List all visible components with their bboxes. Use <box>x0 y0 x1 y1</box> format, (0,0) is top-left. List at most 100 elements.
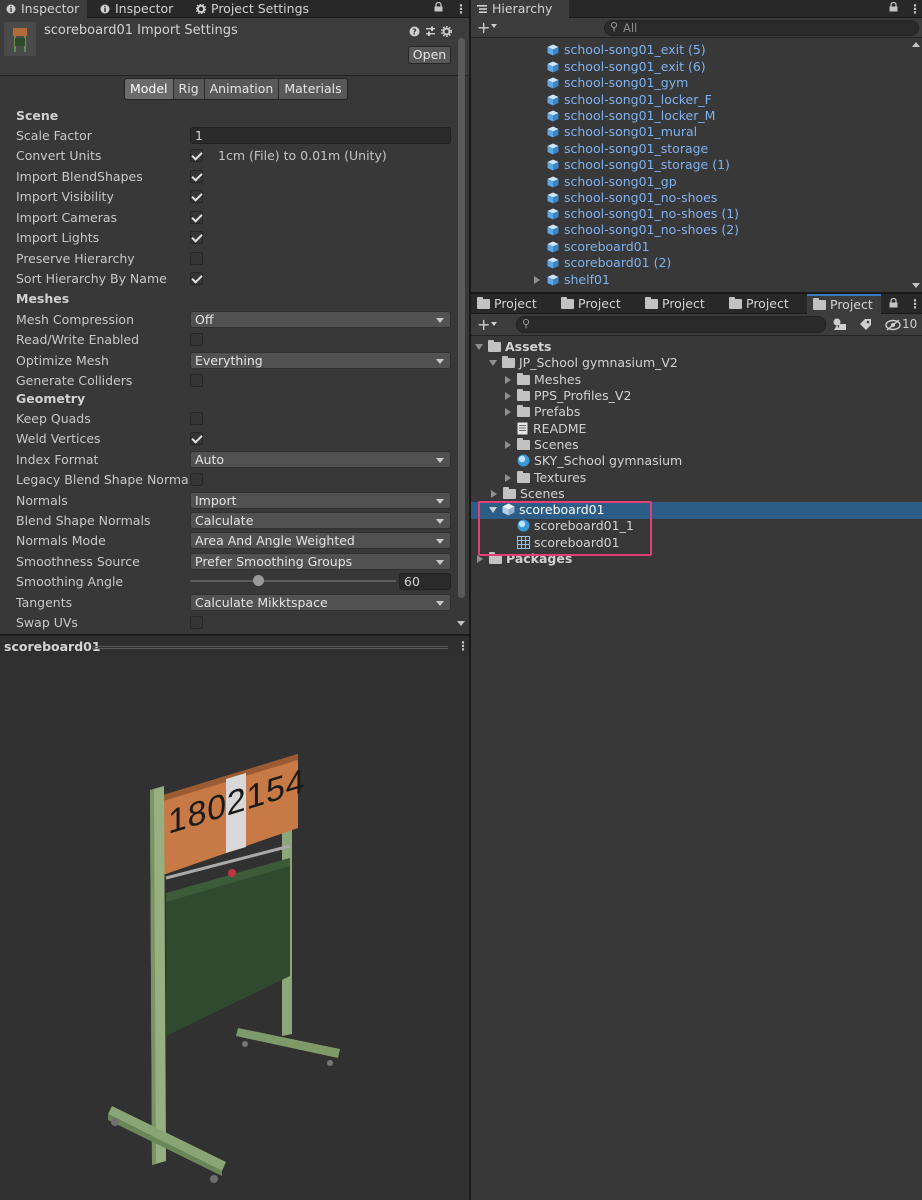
import-cameras-checkbox[interactable] <box>190 211 203 224</box>
hierarchy-item[interactable]: school-song01_mural <box>547 124 697 140</box>
tab-label: Project <box>830 297 873 312</box>
model-preview[interactable]: 1802154 <box>0 656 469 1200</box>
import-blendshapes-checkbox[interactable] <box>190 170 203 183</box>
lock-icon[interactable] <box>889 2 898 12</box>
tree-prefabs[interactable]: Prefabs <box>505 404 580 420</box>
import-visibility-checkbox[interactable] <box>190 190 203 203</box>
filter-by-type-icon[interactable] <box>833 318 847 331</box>
optimize-mesh-dropdown[interactable]: Everything <box>190 352 451 369</box>
tree-textures[interactable]: Textures <box>505 470 586 486</box>
tab-project-5[interactable]: Project <box>807 294 881 314</box>
tree-jp-school[interactable]: JP_School gymnasium_V2 <box>489 355 678 371</box>
tree-readme[interactable]: README <box>517 421 586 437</box>
tab-materials[interactable]: Materials <box>279 79 347 99</box>
hierarchy-item[interactable]: school-song01_no-shoes <box>547 190 717 206</box>
weld-vertices-checkbox[interactable] <box>190 432 203 445</box>
preview-menu-icon[interactable]: ⋮ <box>457 639 469 653</box>
add-icon[interactable]: + <box>477 18 490 37</box>
hierarchy-item[interactable]: school-song01_no-shoes (1) <box>547 206 739 222</box>
hierarchy-item[interactable]: school-song01_storage <box>547 141 708 157</box>
tree-assets[interactable]: Assets <box>475 339 551 355</box>
tab-project-settings[interactable]: Project Settings <box>190 0 317 18</box>
tangents-dropdown[interactable]: Calculate Mikktspace <box>190 594 451 611</box>
hierarchy-item[interactable]: shelf01 <box>534 272 610 288</box>
legacy-blend-checkbox[interactable] <box>190 473 203 486</box>
more-menu-icon[interactable]: ⋮ <box>455 2 467 16</box>
hierarchy-item[interactable]: school-song01_locker_M <box>547 108 715 124</box>
scroll-down-arrow-icon[interactable] <box>457 621 465 626</box>
tab-inspector-1[interactable]: Inspector <box>0 0 88 18</box>
open-button[interactable]: Open <box>408 46 451 64</box>
tab-project-1[interactable]: Project <box>471 294 545 314</box>
import-lights-checkbox[interactable] <box>190 231 203 244</box>
tab-project-2[interactable]: Project <box>555 294 629 314</box>
normals-dropdown[interactable]: Import <box>190 492 451 509</box>
more-menu-icon[interactable]: ⋮ <box>909 297 921 311</box>
generate-colliders-checkbox[interactable] <box>190 374 203 387</box>
tab-project-4[interactable]: Project <box>723 294 797 314</box>
tree-sky-material[interactable]: SKY_School gymnasium <box>517 453 682 469</box>
add-icon[interactable]: + <box>477 315 490 334</box>
scroll-down-arrow-icon[interactable] <box>912 283 920 288</box>
project-search-input[interactable]: ⚲ <box>516 316 826 333</box>
folder-icon <box>645 297 658 309</box>
read-write-checkbox[interactable] <box>190 333 203 346</box>
sort-hierarchy-checkbox[interactable] <box>190 272 203 285</box>
hierarchy-item[interactable]: school-song01_exit (6) <box>547 59 706 75</box>
add-dropdown-icon[interactable] <box>491 24 497 28</box>
add-dropdown-icon[interactable] <box>491 322 497 326</box>
hierarchy-item[interactable]: school-song01_no-shoes (2) <box>547 222 739 238</box>
row-import-blendshapes: Import BlendShapes <box>16 167 451 187</box>
hierarchy-item[interactable]: school-song01_gp <box>547 174 677 190</box>
mesh-compression-dropdown[interactable]: Off <box>190 311 451 328</box>
smoothing-angle-slider-thumb[interactable] <box>252 575 264 586</box>
hierarchy-search-input[interactable]: ⚲ All <box>604 20 919 36</box>
inspector-scrollbar[interactable] <box>457 38 466 628</box>
tree-scenes-inner[interactable]: Scenes <box>505 437 579 453</box>
hierarchy-item[interactable]: school-song01_storage (1) <box>547 157 730 173</box>
swap-uvs-checkbox[interactable] <box>190 616 203 629</box>
preserve-hierarchy-checkbox[interactable] <box>190 252 203 265</box>
tab-hierarchy[interactable]: Hierarchy <box>471 0 569 18</box>
lock-icon[interactable] <box>889 298 898 308</box>
help-icon[interactable]: ? <box>409 26 420 37</box>
tab-animation[interactable]: Animation <box>204 79 280 99</box>
blend-shape-normals-dropdown[interactable]: Calculate <box>190 512 451 529</box>
scroll-up-arrow-icon[interactable] <box>912 42 920 47</box>
tab-label: Project <box>494 296 537 311</box>
smoothing-angle-input[interactable]: 60 <box>399 573 451 590</box>
tree-pps-profiles[interactable]: PPS_Profiles_V2 <box>505 388 631 404</box>
expand-arrow-icon[interactable] <box>534 276 540 284</box>
convert-units-checkbox[interactable] <box>190 149 203 162</box>
normals-mode-dropdown[interactable]: Area And Angle Weighted <box>190 532 451 549</box>
label: Sort Hierarchy By Name <box>16 271 167 286</box>
tab-model[interactable]: Model <box>125 79 174 99</box>
tab-rig[interactable]: Rig <box>173 79 205 99</box>
tree-scenes[interactable]: Scenes <box>491 486 565 502</box>
tab-project-3[interactable]: Project <box>639 294 713 314</box>
scale-factor-input[interactable]: 1 <box>190 127 451 144</box>
index-format-dropdown[interactable]: Auto <box>190 451 451 468</box>
label-tag-icon[interactable] <box>859 318 872 331</box>
hierarchy-item[interactable]: school-song01_locker_F <box>547 92 712 108</box>
hierarchy-item[interactable]: school-song01_exit (5) <box>547 42 706 58</box>
preview-resize-handle[interactable] <box>92 646 448 649</box>
lock-icon[interactable] <box>434 2 443 12</box>
preset-sliders-icon[interactable] <box>425 26 436 37</box>
panel-divider-horizontal[interactable] <box>471 292 922 294</box>
panel-divider[interactable] <box>469 0 471 1200</box>
label: Tangents <box>16 595 73 610</box>
tab-inspector-2[interactable]: Inspector <box>94 0 181 18</box>
hierarchy-item[interactable]: scoreboard01 <box>547 239 650 255</box>
hierarchy-item[interactable]: school-song01_gym <box>547 75 688 91</box>
hierarchy-item[interactable]: scoreboard01 (2) <box>547 255 671 271</box>
keep-quads-checkbox[interactable] <box>190 412 203 425</box>
tree-meshes[interactable]: Meshes <box>505 372 581 388</box>
prefab-cube-icon <box>547 110 559 122</box>
smoothness-source-dropdown[interactable]: Prefer Smoothing Groups <box>190 553 451 570</box>
smoothing-angle-slider-track[interactable] <box>190 575 396 586</box>
gear-icon <box>196 4 206 14</box>
more-menu-icon[interactable]: ⋮ <box>909 2 921 16</box>
settings-gear-icon[interactable] <box>441 26 452 37</box>
hidden-packages-icon[interactable] <box>885 319 901 331</box>
